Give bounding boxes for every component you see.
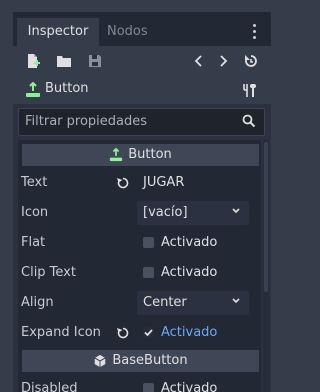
filter-placeholder: Filtrar propiedades xyxy=(25,114,148,129)
dock-menu-icon[interactable] xyxy=(253,24,257,42)
property-tools-icon[interactable] xyxy=(241,82,257,98)
property-expand-icon-label: Expand Icon xyxy=(21,325,101,340)
dock-tab-bar: Inspector Nodos xyxy=(13,12,271,46)
new-resource-icon[interactable] xyxy=(25,53,41,69)
history-back-icon[interactable] xyxy=(191,53,207,69)
tab-nodos[interactable]: Nodos xyxy=(107,18,148,46)
inspector-toolbar xyxy=(13,46,271,76)
property-flat: Flat Activado xyxy=(18,228,261,258)
text-value: JUGAR xyxy=(143,175,185,190)
property-disabled-label: Disabled xyxy=(21,381,78,392)
property-icon: Icon [vacío] xyxy=(18,198,261,228)
filter-properties-input[interactable]: Filtrar propiedades xyxy=(18,108,265,136)
icon-value: [vacío] xyxy=(143,205,188,220)
flat-value: Activado xyxy=(161,235,218,250)
checkbox-icon xyxy=(143,237,154,248)
align-value: Center xyxy=(143,295,187,310)
property-clip-text: Clip Text Activado xyxy=(18,258,261,288)
selected-object-name: Button xyxy=(45,81,89,96)
align-dropdown[interactable]: Center xyxy=(137,291,249,315)
checkbox-icon xyxy=(143,383,154,392)
checkbox-checked-icon xyxy=(143,327,154,338)
button-node-icon xyxy=(110,147,123,161)
button-node-icon xyxy=(26,82,40,97)
tab-inspector[interactable]: Inspector xyxy=(17,18,99,46)
section-button-title: Button xyxy=(128,147,172,162)
property-expand-icon: Expand Icon Activado xyxy=(18,318,261,348)
property-list: Button Text JUGAR Icon [vacío] Flat Acti… xyxy=(18,140,261,392)
section-button[interactable]: Button xyxy=(22,144,259,166)
property-align: Align Center xyxy=(18,288,261,318)
flat-checkbox[interactable]: Activado xyxy=(137,231,249,255)
expand-icon-checkbox[interactable]: Activado xyxy=(137,321,249,345)
disabled-checkbox[interactable]: Activado xyxy=(137,377,249,392)
clip-text-value: Activado xyxy=(161,265,218,280)
property-clip-text-label: Clip Text xyxy=(21,265,76,280)
open-folder-icon[interactable] xyxy=(56,53,72,69)
revert-icon[interactable] xyxy=(116,176,130,190)
inspector-dock: Inspector Nodos Button Filtrar propiedad… xyxy=(13,12,271,392)
history-forward-icon[interactable] xyxy=(215,53,231,69)
base-button-icon xyxy=(94,354,106,367)
property-text-label: Text xyxy=(21,175,48,190)
section-base-button[interactable]: BaseButton xyxy=(22,350,259,372)
chevron-down-icon xyxy=(232,208,240,214)
search-icon xyxy=(242,114,256,128)
expand-icon-value: Activado xyxy=(161,325,218,340)
property-list-scrollbar[interactable] xyxy=(263,140,269,392)
chevron-down-icon xyxy=(232,298,240,304)
property-flat-label: Flat xyxy=(21,235,46,250)
property-align-label: Align xyxy=(21,295,54,310)
property-disabled: Disabled Activado xyxy=(18,374,261,392)
disabled-value: Activado xyxy=(161,381,218,392)
save-icon[interactable] xyxy=(87,53,103,69)
selected-object-bar[interactable]: Button xyxy=(13,76,271,104)
property-text-value[interactable]: JUGAR xyxy=(137,171,249,195)
revert-icon[interactable] xyxy=(116,326,130,340)
scrollbar-thumb[interactable] xyxy=(264,142,268,292)
checkbox-icon xyxy=(143,267,154,278)
object-history-icon[interactable] xyxy=(243,53,259,69)
icon-resource-picker[interactable]: [vacío] xyxy=(137,201,249,225)
property-icon-label: Icon xyxy=(21,205,49,220)
property-text: Text JUGAR xyxy=(18,168,261,198)
section-base-button-title: BaseButton xyxy=(112,353,188,368)
clip-text-checkbox[interactable]: Activado xyxy=(137,261,249,285)
